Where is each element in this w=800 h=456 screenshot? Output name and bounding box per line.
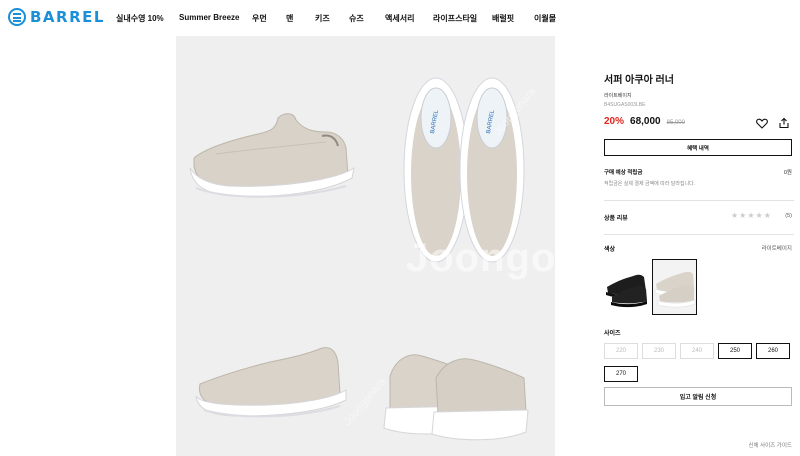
- logo-mark-icon: [8, 8, 26, 26]
- review-stars: ★★★★★: [731, 211, 772, 220]
- brand-logo[interactable]: BARREL: [8, 8, 105, 26]
- size-label: 사이즈: [604, 331, 621, 337]
- size-option-250[interactable]: 250: [718, 343, 752, 359]
- review-label[interactable]: 상품 리뷰: [604, 213, 628, 222]
- heart-icon: [756, 118, 768, 129]
- product-code: B4SUGAS003LBE: [604, 102, 646, 108]
- nav-item-kids[interactable]: 키즈: [315, 13, 330, 24]
- original-price: 85,000: [666, 120, 685, 126]
- points-note: 적립금은 실제 결제 금액에 따라 달라집니다.: [604, 181, 696, 187]
- color-swatch-light-beige[interactable]: [652, 259, 697, 315]
- points-value: 0원: [783, 170, 792, 176]
- selected-color-name: 라이트베이지: [761, 246, 792, 252]
- size-option-230[interactable]: 230: [642, 343, 676, 359]
- points-label: 구매 예상 적립금: [604, 170, 643, 176]
- nav-item-barrel-fit[interactable]: 배럴핏: [492, 13, 514, 24]
- nav-item-swim-sale[interactable]: 실내수영 10%: [116, 13, 164, 24]
- product-image-side-top[interactable]: [186, 106, 361, 206]
- nav-item-lifestyle[interactable]: 라이프스타일: [433, 13, 477, 24]
- color-label: 색상: [604, 247, 616, 253]
- divider: [604, 200, 794, 201]
- nav-item-women[interactable]: 우먼: [252, 13, 267, 24]
- size-option-220[interactable]: 220: [604, 343, 638, 359]
- wishlist-button[interactable]: [755, 116, 769, 130]
- nav-item-accessories[interactable]: 액세서리: [385, 13, 414, 24]
- nav-item-summer-breeze[interactable]: Summer Breeze: [179, 13, 239, 22]
- product-image-side-bottom[interactable]: [190, 344, 355, 426]
- size-option-270[interactable]: 270: [604, 366, 638, 382]
- color-swatch-black[interactable]: [604, 259, 649, 315]
- restock-alert-button[interactable]: 입고 알림 신청: [604, 387, 792, 406]
- black-shoe-thumbnail: [606, 274, 647, 308]
- sale-price: 68,000: [630, 116, 661, 127]
- review-count: (5): [785, 213, 792, 219]
- nav-item-outlet[interactable]: 이월몰: [534, 13, 556, 24]
- product-image-top-pair[interactable]: BARREL BARREL: [398, 70, 528, 270]
- brand-name: BARREL: [30, 8, 105, 26]
- nav-item-shoes[interactable]: 슈즈: [349, 13, 364, 24]
- share-button[interactable]: [777, 116, 791, 130]
- discount-rate: 20%: [604, 116, 625, 127]
- size-guide-link[interactable]: 신체 사이즈 가이드: [748, 441, 792, 449]
- site-header: BARREL 실내수영 10% Summer Breeze 우먼 맨 키즈 슈즈…: [0, 0, 800, 36]
- product-color-text: 라이트베이지: [604, 93, 632, 99]
- price-row: 20% 68,000 85,000: [604, 116, 685, 127]
- beige-shoe-thumbnail: [654, 271, 696, 308]
- divider: [604, 234, 794, 235]
- product-title: 서퍼 아쿠아 러너: [604, 75, 674, 86]
- product-image-rear-pair[interactable]: [376, 348, 536, 444]
- benefit-details-button[interactable]: 혜택 내역: [604, 139, 792, 156]
- size-option-240[interactable]: 240: [680, 343, 714, 359]
- size-option-260[interactable]: 260: [756, 343, 790, 359]
- nav-item-men[interactable]: 맨: [286, 13, 293, 24]
- product-gallery: BARREL BARREL Joongonara Joongonara Joon…: [176, 36, 555, 456]
- share-icon: [779, 117, 789, 129]
